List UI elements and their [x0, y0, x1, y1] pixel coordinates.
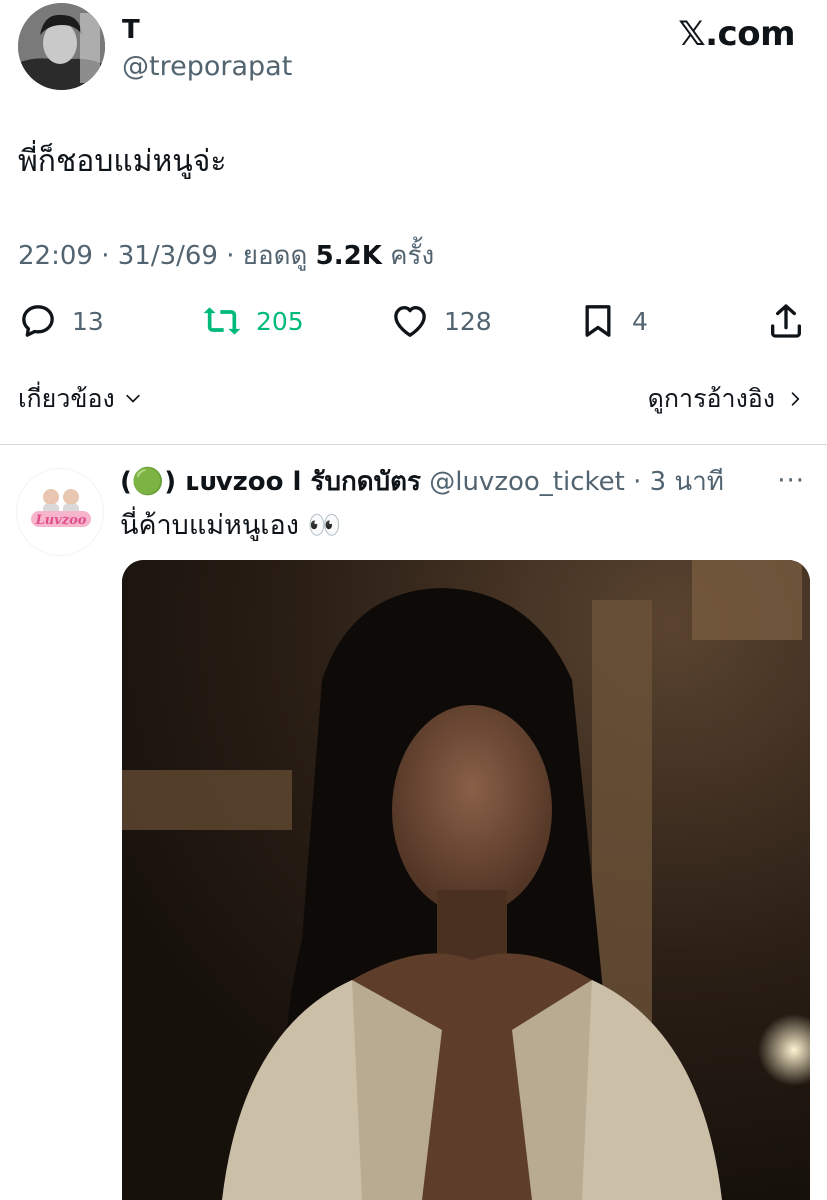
- tweet-text: พี่ก็ชอบแม่หนูจ่ะ: [18, 144, 227, 179]
- author-avatar[interactable]: [18, 3, 105, 90]
- like-count: 128: [444, 306, 492, 336]
- bookmark-icon: [585, 305, 611, 337]
- chevron-right-icon: [791, 392, 800, 406]
- view-quotes-label: ดูการอ้างอิง: [647, 384, 775, 413]
- reply-header: (🟢) ʟᴜᴠᴢᴏᴏ l รับกดบัตร @luvzoo_ticket · …: [120, 464, 724, 500]
- media-photo: [122, 560, 810, 1200]
- heart-icon: [394, 306, 426, 337]
- tweet-time[interactable]: 22:09: [18, 241, 93, 271]
- bookmark-count: 4: [632, 306, 648, 336]
- divider: [0, 444, 827, 445]
- meta-separator: ·: [226, 241, 243, 271]
- like-button[interactable]: 128: [390, 296, 492, 346]
- repost-button[interactable]: 205: [202, 296, 304, 346]
- luvzoo-logo: Luvzoo: [17, 469, 103, 555]
- reply-author-avatar[interactable]: Luvzoo: [16, 468, 104, 556]
- reply-icon: [22, 305, 54, 337]
- reply-count: 13: [72, 306, 104, 336]
- view-quotes-link[interactable]: ดูการอ้างอิง: [648, 382, 805, 416]
- tweet-meta: 22:09 · 31/3/69 · ยอดดู 5.2K ครั้ง: [18, 238, 434, 274]
- views-label: ยอดดู: [242, 241, 308, 271]
- reply-text: นี่ค้าบแม่หนูเอง 👀: [120, 510, 342, 541]
- meta-separator: ·: [624, 467, 650, 497]
- repost-count: 205: [256, 306, 304, 336]
- reply-author-handle[interactable]: @luvzoo_ticket: [429, 467, 625, 497]
- reply-media-image[interactable]: [122, 560, 810, 1200]
- bookmark-button[interactable]: 4: [578, 296, 648, 346]
- author-display-name[interactable]: T: [122, 14, 140, 46]
- share-icon: [771, 304, 801, 338]
- views-count: 5.2K: [315, 241, 382, 271]
- luvzoo-logo-text: Luvzoo: [35, 513, 87, 528]
- repost-icon: [203, 307, 241, 335]
- tweet-date[interactable]: 31/3/69: [118, 241, 218, 271]
- author-handle[interactable]: @treporapat: [122, 50, 292, 84]
- meta-separator: ·: [101, 241, 118, 271]
- reply-author-name[interactable]: (🟢) ʟᴜᴠᴢᴏᴏ l รับกดบัตร: [120, 467, 421, 497]
- chevron-down-icon: [126, 394, 140, 403]
- tweet-actions: 13 205 128 4: [0, 296, 827, 346]
- avatar-portrait-image: [18, 3, 105, 90]
- share-button[interactable]: [766, 296, 806, 346]
- more-options-icon[interactable]: ···: [777, 466, 805, 496]
- views-suffix: ครั้ง: [390, 241, 435, 271]
- reply-button[interactable]: 13: [18, 296, 104, 346]
- tweet-header: T @treporapat 𝕏.com: [0, 0, 827, 110]
- related-dropdown[interactable]: เกี่ยวข้อง: [18, 382, 143, 416]
- x-logo: 𝕏.com: [678, 14, 795, 54]
- reply-time[interactable]: 3 นาที: [650, 467, 724, 497]
- related-label: เกี่ยวข้อง: [18, 384, 115, 413]
